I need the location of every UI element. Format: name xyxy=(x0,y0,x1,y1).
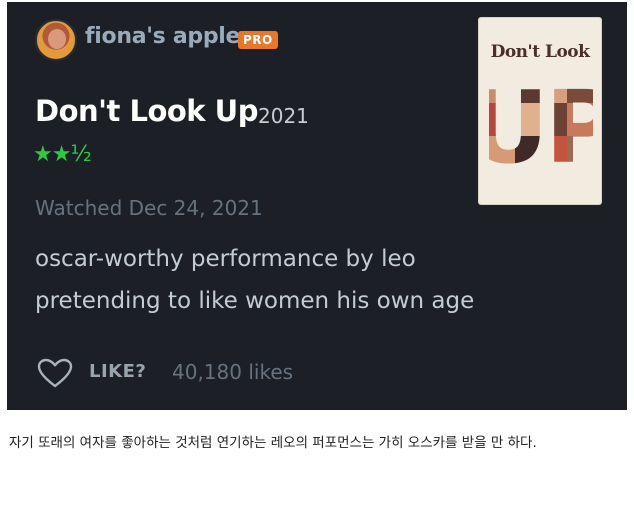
poster-title: Don't Look xyxy=(490,42,590,62)
film-poster[interactable]: Don't Look UP xyxy=(478,17,602,205)
username[interactable]: fiona's apple xyxy=(85,24,240,49)
film-title[interactable]: Don't Look Up xyxy=(35,94,259,128)
caption-text: 자기 또래의 여자를 좋아하는 것처럼 연기하는 레오의 퍼포먼스는 가히 오스… xyxy=(9,435,537,451)
star-rating: ★★½ xyxy=(33,142,92,167)
review-card: fiona's apple PRO Don't Look Up 2021 ★★½… xyxy=(7,2,627,410)
poster-artwork: UP xyxy=(489,70,593,168)
likes-count[interactable]: 40,180 likes xyxy=(172,360,293,384)
watched-date: Watched Dec 24, 2021 xyxy=(35,196,263,220)
heart-icon[interactable] xyxy=(37,358,73,388)
like-button[interactable]: LIKE? xyxy=(89,361,146,382)
avatar[interactable] xyxy=(35,19,77,61)
pro-badge: PRO xyxy=(238,31,278,49)
review-text: oscar-worthy performance by leo pretendi… xyxy=(35,246,475,314)
film-year[interactable]: 2021 xyxy=(258,104,309,128)
